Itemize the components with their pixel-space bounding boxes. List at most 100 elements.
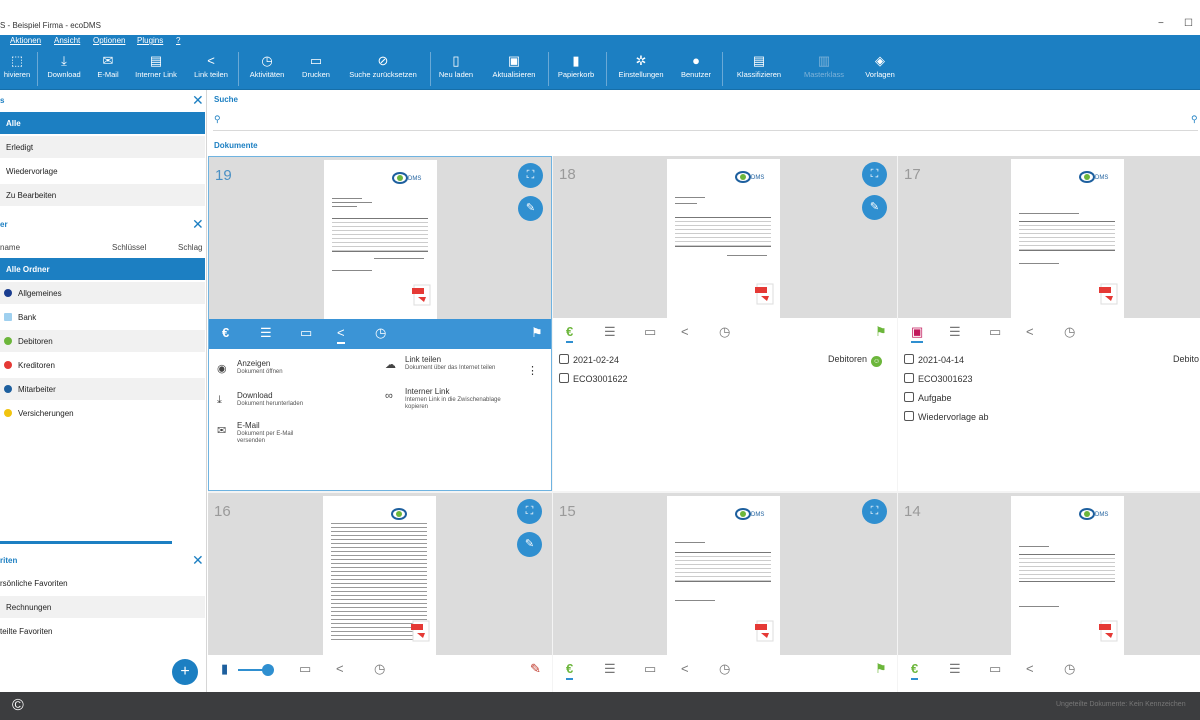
document-card[interactable]: 19 DMS ⛶ ✎ € ☰ ▭ < ◷ ⚑ ◉ Anzeigen Dokume… <box>208 156 552 491</box>
minimize-button[interactable]: − <box>1158 18 1164 29</box>
more-options-icon[interactable]: ⋮ <box>527 364 538 377</box>
slider-handle[interactable] <box>262 664 274 676</box>
status-item-done[interactable]: Erledigt <box>0 136 205 158</box>
history-tab-icon[interactable]: ◷ <box>719 662 730 676</box>
list-tab-icon[interactable]: ☰ <box>260 326 272 340</box>
share-tab-icon[interactable]: < <box>337 326 345 344</box>
menu-options[interactable]: Optionen <box>93 36 125 45</box>
add-favorite-button[interactable]: + <box>172 659 198 685</box>
status-item-to-edit[interactable]: Zu Bearbeiten <box>0 184 205 206</box>
classify-button[interactable]: ▤ Klassifizieren <box>730 48 788 90</box>
favorites-item-personal[interactable]: rsönliche Favoriten <box>0 572 205 594</box>
history-tab-icon[interactable]: ◷ <box>1064 662 1075 676</box>
search-input[interactable]: ⚲ ⚲ <box>213 109 1198 131</box>
email-button[interactable]: ✉ E-Mail <box>92 48 124 90</box>
edit-button[interactable]: ✎ <box>517 532 542 557</box>
user-button[interactable]: ● Benutzer <box>676 48 716 90</box>
internal-link-action[interactable]: ∞ Interner Link Internen Link in die Zwi… <box>385 387 515 419</box>
flag-icon[interactable]: ⚑ <box>531 326 543 340</box>
history-tab-icon[interactable]: ◷ <box>374 662 385 676</box>
internal-link-button[interactable]: ▤ Interner Link <box>130 48 182 90</box>
tag-tab-icon[interactable]: ▭ <box>989 662 1001 676</box>
list-tab-icon[interactable]: ☰ <box>604 662 616 676</box>
master-class-button[interactable]: ▥ Masterklass <box>796 48 852 90</box>
list-tab-icon[interactable]: ☰ <box>604 325 616 339</box>
euro-tab-icon[interactable]: € <box>566 325 574 343</box>
trash-button[interactable]: ▮ Papierkorb <box>553 48 599 90</box>
document-card[interactable]: 18 DMS ⛶ ✎ € ☰ ▭ < ◷ ⚑ 2021-02-24 ECO300… <box>553 156 897 491</box>
document-card[interactable]: 16 ⛶ ✎ ▮ ▭ < ◷ ✎ <box>208 493 552 692</box>
document-tab-icon[interactable]: ▮ <box>221 662 228 676</box>
search-options-icon[interactable]: ⚲ <box>1191 114 1198 125</box>
tag-tab-icon[interactable]: ▭ <box>989 325 1001 339</box>
share-tab-icon[interactable]: < <box>1026 325 1034 339</box>
close-icon[interactable]: ✕ <box>192 216 204 232</box>
close-icon[interactable]: ✕ <box>192 552 204 568</box>
share-link-button[interactable]: < Link teilen <box>188 48 234 90</box>
menu-plugins[interactable]: Plugins <box>137 36 163 45</box>
folder-item-all[interactable]: Alle Ordner <box>0 258 205 280</box>
folder-item-bank[interactable]: Bank <box>0 306 205 328</box>
reload-button[interactable]: ▯ Neu laden <box>435 48 477 90</box>
menu-view[interactable]: Ansicht <box>54 36 80 45</box>
document-thumbnail[interactable] <box>323 496 436 655</box>
view-action[interactable]: ◉ Anzeigen Dokument öffnen <box>217 359 367 387</box>
folder-item-employees[interactable]: Mitarbeiter <box>0 378 205 400</box>
archive-button[interactable]: ⬚ hivieren <box>0 48 34 90</box>
menu-actions[interactable]: Aktionen <box>10 36 41 45</box>
history-tab-icon[interactable]: ◷ <box>719 325 730 339</box>
templates-button[interactable]: ◈ Vorlagen <box>860 48 900 90</box>
expand-button[interactable]: ⛶ <box>862 162 887 187</box>
document-card[interactable]: 14 DMS € ☰ ▭ < ◷ <box>898 493 1200 692</box>
list-tab-icon[interactable]: ☰ <box>949 662 961 676</box>
favorites-item-invoices[interactable]: Rechnungen <box>0 596 205 618</box>
folder-item-debtors[interactable]: Debitoren <box>0 330 205 352</box>
status-item-resubmission[interactable]: Wiedervorlage <box>0 160 205 182</box>
document-thumbnail[interactable]: DMS <box>667 159 780 318</box>
status-item-all[interactable]: Alle <box>0 112 205 134</box>
document-thumbnail[interactable]: DMS <box>324 160 437 319</box>
document-thumbnail[interactable]: DMS <box>667 496 780 655</box>
folder-item-general[interactable]: Allgemeines <box>0 282 205 304</box>
folder-item-insurances[interactable]: Versicherungen <box>0 402 205 424</box>
print-button[interactable]: ▭ Drucken <box>296 48 336 90</box>
edit-button[interactable]: ✎ <box>862 195 887 220</box>
refresh-button[interactable]: ▣ Aktualisieren <box>486 48 542 90</box>
document-card[interactable]: 15 DMS ⛶ € ☰ ▭ < ◷ ⚑ <box>553 493 897 692</box>
share-tab-icon[interactable]: < <box>1026 662 1034 676</box>
scrollbar[interactable] <box>0 541 172 544</box>
document-type-tab-icon[interactable]: ▣ <box>911 325 924 343</box>
folder-item-creditors[interactable]: Kreditoren <box>0 354 205 376</box>
menu-help[interactable]: ? <box>176 36 180 45</box>
euro-tab-icon[interactable]: € <box>566 662 574 680</box>
expand-button[interactable]: ⛶ <box>517 499 542 524</box>
reset-search-button[interactable]: ⊘ Suche zurücksetzen <box>342 48 424 90</box>
tag-tab-icon[interactable]: ▭ <box>300 326 312 340</box>
maximize-button[interactable]: ☐ <box>1184 18 1193 29</box>
share-tab-icon[interactable]: < <box>336 662 344 676</box>
expand-button[interactable]: ⛶ <box>862 499 887 524</box>
history-tab-icon[interactable]: ◷ <box>1064 325 1075 339</box>
euro-tab-icon[interactable]: € <box>222 326 229 340</box>
euro-tab-icon[interactable]: € <box>911 662 919 680</box>
favorites-item-shared[interactable]: teilte Favoriten <box>0 620 205 642</box>
edit-button[interactable]: ✎ <box>518 196 543 221</box>
flag-icon[interactable]: ⚑ <box>875 325 887 339</box>
document-thumbnail[interactable]: DMS <box>1011 159 1124 318</box>
close-icon[interactable]: ✕ <box>192 92 204 108</box>
share-tab-icon[interactable]: < <box>681 662 689 676</box>
share-link-action[interactable]: ☁ Link teilen Dokument über das Internet… <box>385 355 515 387</box>
download-action[interactable]: ⤓ Download Dokument herunterladen <box>217 391 367 419</box>
document-card[interactable]: 17 DMS ▣ ☰ ▭ < ◷ 2021-04-14 ECO3001623 A… <box>898 156 1200 491</box>
expand-button[interactable]: ⛶ <box>518 163 543 188</box>
activities-button[interactable]: ◷ Aktivitäten <box>244 48 290 90</box>
tag-tab-icon[interactable]: ▭ <box>644 662 656 676</box>
settings-button[interactable]: ✲ Einstellungen <box>612 48 670 90</box>
download-button[interactable]: ⤓ Download <box>42 48 86 90</box>
red-pencil-icon[interactable]: ✎ <box>530 662 541 676</box>
email-action[interactable]: ✉ E-Mail Dokument per E-Mail versenden <box>217 421 327 453</box>
tag-tab-icon[interactable]: ▭ <box>644 325 656 339</box>
document-thumbnail[interactable]: DMS <box>1011 496 1124 655</box>
share-tab-icon[interactable]: < <box>681 325 689 339</box>
tag-tab-icon[interactable]: ▭ <box>299 662 311 676</box>
